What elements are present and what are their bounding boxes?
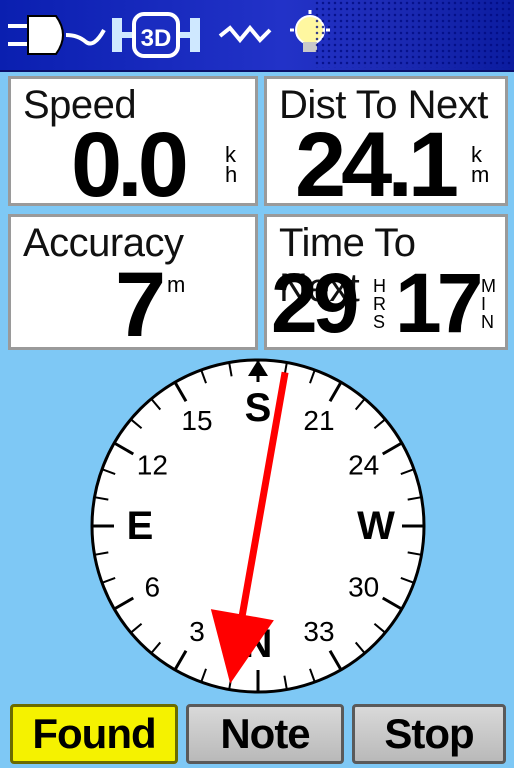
accuracy-unit: m: [167, 272, 186, 297]
minutes-unit-i: I: [481, 294, 487, 314]
accuracy-field[interactable]: Accuracy 7 m: [8, 214, 258, 356]
compass-label-12: 12: [137, 450, 168, 481]
dist-to-next-value: 24.1: [295, 114, 459, 216]
compass-label-33: 33: [303, 616, 334, 647]
time-to-next-hours: 29: [271, 256, 359, 350]
minutes-unit: M I N: [481, 277, 496, 331]
compass-label-e: E: [127, 504, 154, 548]
gps-compass-screen: 3D Speed 0.0 k h Dist To Next 24.1 k m A…: [0, 0, 514, 768]
time-to-next-minutes: 17: [395, 256, 483, 350]
time-to-next-field[interactable]: Time To Next 29 H R S 17 M I N: [264, 214, 508, 350]
status-bar: 3D: [0, 0, 514, 72]
compass-label-30: 30: [348, 572, 379, 603]
power-plug-icon: [8, 15, 106, 55]
satellite-3d-fix-icon: 3D: [112, 12, 200, 58]
compass-dial: N36E1215 S 2124W3033: [90, 358, 426, 694]
compass-label-6: 6: [145, 572, 161, 603]
hours-unit-h: H: [373, 276, 386, 296]
speed-unit-bottom: h: [225, 162, 238, 187]
accuracy-unit-top: m: [167, 272, 186, 297]
compass-label-21: 21: [303, 405, 334, 436]
svg-text:3D: 3D: [141, 25, 172, 52]
signal-waves-icon: [218, 24, 272, 44]
minutes-unit-m: M: [481, 276, 496, 296]
hours-unit: H R S: [373, 277, 386, 331]
hours-unit-r: R: [373, 294, 386, 314]
hours-unit-s: S: [373, 312, 386, 332]
compass-label-3: 3: [189, 616, 205, 647]
dist-unit-bottom: m: [471, 162, 490, 187]
stop-button[interactable]: Stop: [352, 704, 506, 764]
accuracy-value: 7: [115, 254, 166, 356]
speed-field[interactable]: Speed 0.0 k h: [8, 76, 258, 211]
note-button[interactable]: Note: [186, 704, 344, 764]
compass-label-15: 15: [181, 405, 212, 436]
compass-label-w: W: [357, 504, 395, 548]
dist-to-next-field[interactable]: Dist To Next 24.1 k m: [264, 76, 508, 211]
minutes-unit-n: N: [481, 312, 494, 332]
speed-value: 0.0: [71, 114, 189, 216]
speed-unit: k h: [225, 144, 238, 187]
dist-to-next-unit: k m: [471, 144, 490, 187]
status-bar-pattern: [314, 0, 514, 68]
compass-label-s: S: [245, 386, 272, 430]
found-button[interactable]: Found: [10, 704, 178, 764]
compass-label-24: 24: [348, 450, 379, 481]
